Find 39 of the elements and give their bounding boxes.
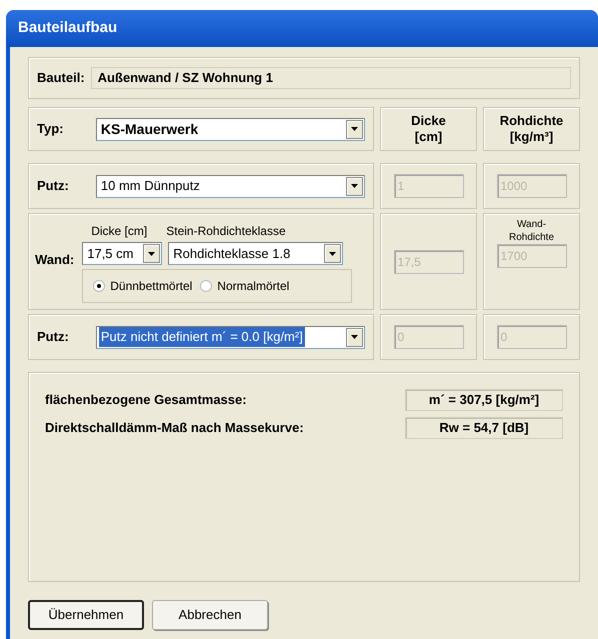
column-header: Rohdichte: [500, 113, 564, 129]
dropdown-button[interactable]: [143, 244, 160, 263]
dialog-button[interactable]: Abbrechen: [152, 600, 268, 630]
dropdown-field[interactable]: Rohdichteklasse 1.8: [168, 242, 344, 265]
result-field: m´ = 307,5 [kg/m²]: [405, 389, 563, 411]
field-label: Typ:: [37, 120, 64, 138]
caret-icon: [351, 184, 358, 188]
field-label: Bauteil:: [37, 69, 85, 88]
radio-option[interactable]: Dünnbettmörtel: [93, 277, 192, 295]
caret-icon: [351, 335, 358, 339]
radio-option[interactable]: Normalmörtel: [200, 277, 290, 295]
dropdown-button[interactable]: [346, 120, 363, 138]
radio-button[interactable]: [200, 280, 212, 292]
caret-icon: [148, 252, 156, 256]
dropdown-field[interactable]: Putz nicht definiert m´ = 0.0 [kg/m²]: [96, 326, 365, 348]
dropdown-button[interactable]: [346, 328, 363, 346]
result-label: flächenbezogene Gesamtmasse:: [45, 391, 247, 410]
field-label: Putz:: [37, 177, 70, 196]
field-label: Putz:: [37, 328, 70, 346]
dropdown-button[interactable]: [346, 176, 363, 196]
result-field: Rw = 54,7 [dB]: [405, 417, 563, 439]
caret-icon: [329, 252, 336, 256]
dropdown-field[interactable]: 10 mm Dünnputz: [96, 174, 365, 198]
caret-icon: [351, 127, 358, 131]
dropdown-field[interactable]: 17,5 cm: [82, 242, 162, 265]
column-header: [kg/m³]: [510, 129, 554, 145]
dropdown-field[interactable]: KS-Mauerwerk: [96, 118, 365, 140]
field-label: Wand:: [35, 251, 74, 269]
dialog-button[interactable]: Übernehmen: [28, 600, 144, 630]
field-label: Rohdichte: [508, 231, 554, 244]
window-title: Bauteilaufbau: [18, 18, 118, 38]
field-label: Stein-Rohdichteklasse: [166, 223, 286, 240]
radio-button[interactable]: [93, 280, 106, 292]
dropdown-button[interactable]: [324, 244, 342, 263]
column-header: [cm]: [414, 129, 442, 145]
field-label: Wand-: [516, 218, 546, 231]
column-header: Dicke: [411, 113, 446, 129]
field-label: Dicke [cm]: [90, 223, 148, 240]
result-label: Direktschalldämm-Maß nach Massekurve:: [45, 419, 304, 438]
